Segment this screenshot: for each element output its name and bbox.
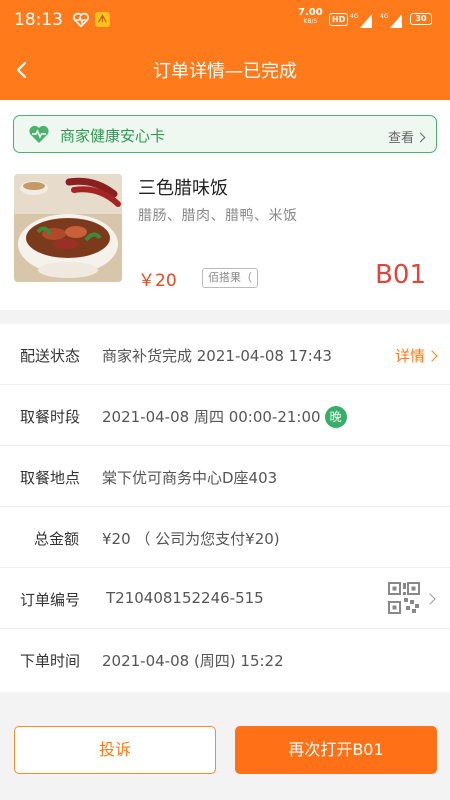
delivery-status-value: 商家补货完成 2021-04-08 17:43 [102, 347, 332, 365]
pickup-location-row: 取餐地点 棠下优可商务中心D座403 [0, 446, 450, 507]
net-speed-unit: KB/S [303, 18, 318, 25]
net-speed-value: 7.00 [298, 7, 323, 18]
signal-label-2: 4G [380, 13, 389, 20]
app-notification-icon: ᗑ [95, 12, 110, 27]
signal-label: 4G [350, 13, 359, 20]
order-number-value: T210408152246-515 [106, 589, 264, 607]
item-tag: 佰搭果（ [202, 268, 258, 288]
pickup-location-value: 棠下优可商务中心D座403 [102, 469, 278, 487]
health-card-label: 商家健康安心卡 [60, 127, 166, 145]
page-title: 订单详情—已完成 [153, 61, 297, 82]
pickup-location-label: 取餐地点 [20, 469, 81, 487]
heart-health-icon [73, 12, 89, 28]
qr-code-icon[interactable] [388, 582, 420, 614]
order-time-row: 下单时间 2021-04-08 (周四) 15:22 [0, 629, 450, 690]
battery-icon: 30 [410, 13, 432, 25]
signal-icon: 4G [350, 13, 372, 28]
view-label: 查看 [387, 131, 414, 146]
order-time-label: 下单时间 [20, 652, 81, 670]
locker-code: B01 [375, 260, 426, 290]
delivery-status-row: 配送状态 商家补货完成 2021-04-08 17:43 详情 [0, 324, 450, 385]
item-name: 三色腊味饭 [138, 178, 228, 199]
health-card-view-link[interactable]: 查看 [387, 127, 426, 146]
food-image [14, 174, 122, 282]
signal-icon-2: 4G [380, 13, 402, 28]
delivery-details-link[interactable]: 详情 [394, 345, 438, 366]
chevron-right-icon[interactable] [424, 593, 436, 605]
heart-pulse-icon [29, 125, 49, 143]
delivery-status-label: 配送状态 [20, 347, 81, 365]
item-price: ￥20 [138, 271, 177, 291]
health-card-banner[interactable]: 商家健康安心卡 查看 [13, 115, 437, 153]
total-label: 总金额 [34, 530, 80, 548]
pickup-time-label: 取餐时段 [20, 408, 81, 426]
total-value: ¥20 （ 公司为您支付¥20) [102, 530, 280, 548]
pickup-time-text: 2021-04-08 周四 00:00-21:00 [102, 408, 321, 426]
order-time-value: 2021-04-08 (周四) 15:22 [102, 652, 284, 670]
pickup-time-value: 2021-04-08 周四 00:00-21:00 晚 [102, 406, 347, 429]
item-description: 腊肠、腊肉、腊鸭、米饭 [138, 208, 298, 224]
chevron-right-icon [415, 132, 426, 143]
dinner-badge: 晚 [324, 406, 347, 428]
status-bar: 18:13 ᗑ 7.00 KB/S HD 4G 4G 30 [0, 0, 450, 40]
net-speed: 7.00 KB/S [298, 8, 323, 26]
food-photo [14, 174, 122, 282]
complain-button[interactable]: 投诉 [14, 726, 216, 774]
order-number-label: 订单编号 [20, 591, 81, 609]
chevron-right-icon [426, 350, 438, 362]
reopen-locker-button[interactable]: 再次打开B01 [235, 726, 437, 774]
total-row: 总金额 ¥20 （ 公司为您支付¥20) [0, 507, 450, 568]
hd-badge: HD [329, 13, 349, 26]
order-details: 配送状态 商家补货完成 2021-04-08 17:43 详情 取餐时段 202… [0, 324, 450, 692]
pickup-time-row: 取餐时段 2021-04-08 周四 00:00-21:00 晚 [0, 385, 450, 446]
order-item-card: 商家健康安心卡 查看 三色腊味饭 腊肠、腊肉、腊鸭、米饭 ￥20 佰搭果（ B0… [0, 100, 450, 310]
order-number-row: 订单编号 T210408152246-515 [0, 568, 450, 629]
details-link-label: 详情 [394, 347, 425, 365]
header: 订单详情—已完成 [0, 40, 450, 100]
status-time: 18:13 [14, 10, 63, 30]
